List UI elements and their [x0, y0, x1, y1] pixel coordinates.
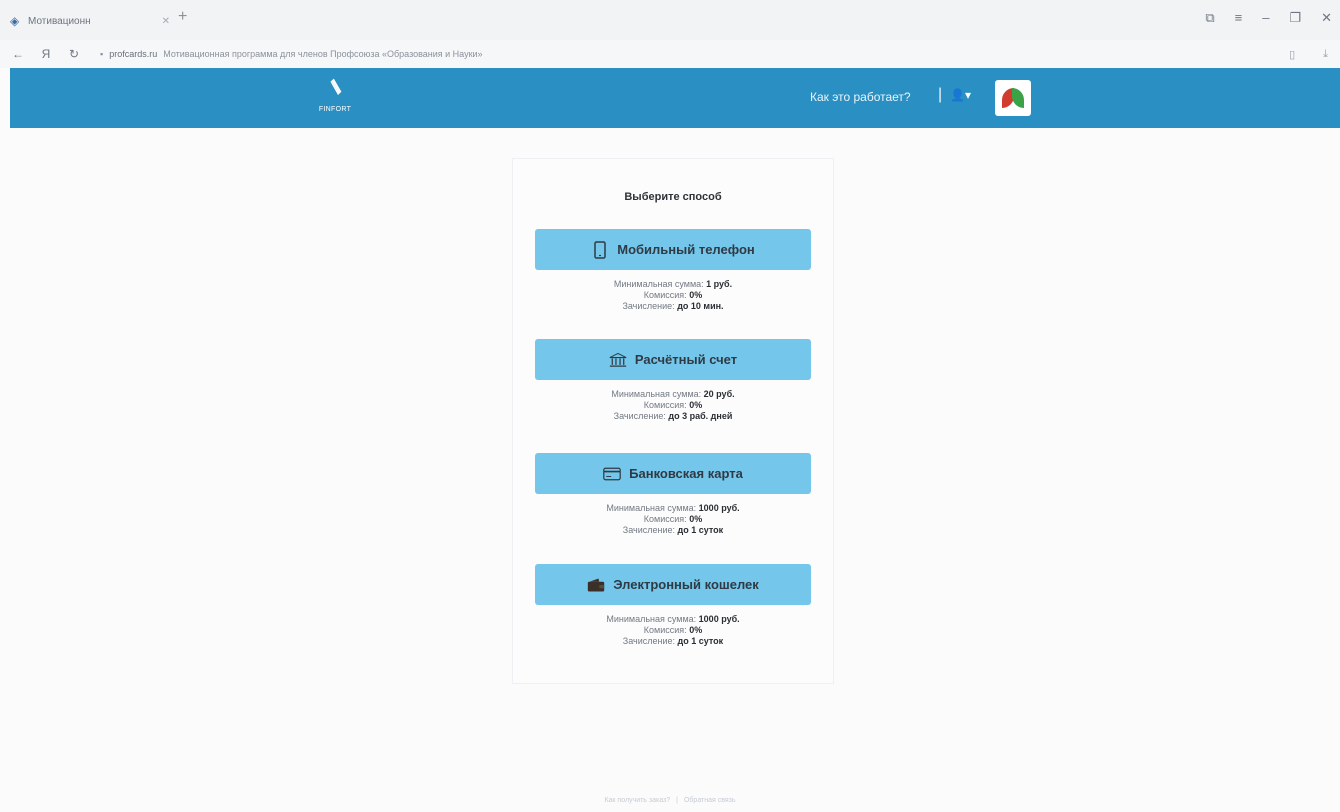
yandex-icon[interactable]: Я: [36, 47, 56, 61]
min-amount-value: 1 руб.: [706, 279, 733, 289]
green-leaf-icon: [1012, 88, 1024, 108]
credit-value: до 1 суток: [677, 525, 724, 535]
user-menu[interactable]: 👤▾: [950, 88, 971, 102]
method-info: Минимальная сумма: 1000 руб. Комиссия: 0…: [535, 614, 811, 647]
tab-title: Мотивационн: [28, 15, 91, 27]
reload-icon[interactable]: ↻: [64, 47, 84, 61]
header-separator: |: [938, 86, 943, 103]
site-header: /// FINFORT Как это работает? | 👤▾: [10, 68, 1340, 128]
page-footer: Как получить заказ? | Обратная связь: [604, 797, 736, 804]
how-it-works-link[interactable]: Как это работает?: [810, 90, 911, 104]
fee-label: Комиссия:: [643, 625, 687, 635]
credit-value: до 3 раб. дней: [668, 411, 733, 421]
method-bank-card: Банковская карта Минимальная сумма: 1000…: [535, 453, 811, 536]
fee-label: Комиссия:: [643, 514, 687, 524]
menu-icon[interactable]: ≡: [1235, 10, 1243, 26]
credit-value: до 1 суток: [677, 636, 724, 646]
fee-value: 0%: [689, 290, 703, 300]
download-icon[interactable]: ⤓: [1323, 48, 1328, 61]
method-label: Банковская карта: [629, 466, 743, 481]
finfort-mark-icon: ///: [325, 79, 345, 99]
window-controls: ⧉ ≡ – ❐ ✕: [1205, 10, 1332, 26]
minimize-icon[interactable]: –: [1262, 10, 1269, 26]
mobile-phone-icon: [591, 240, 609, 259]
min-amount-value: 20 руб.: [703, 389, 735, 399]
brand-name: FINFORT: [318, 106, 352, 113]
bank-card-button[interactable]: Банковская карта: [535, 453, 811, 494]
union-logo[interactable]: [995, 80, 1031, 116]
method-label: Мобильный телефон: [617, 242, 755, 257]
wallet-icon: [587, 576, 605, 594]
finfort-logo[interactable]: /// FINFORT: [310, 78, 360, 120]
method-mobile: Мобильный телефон Минимальная сумма: 1 р…: [535, 229, 811, 312]
method-e-wallet: Электронный кошелек Минимальная сумма: 1…: [535, 564, 811, 647]
url-domain: profcards.ru: [109, 49, 158, 59]
credit-label: Зачисление:: [622, 301, 675, 311]
fee-label: Комиссия:: [643, 400, 687, 410]
card-title: Выберите способ: [624, 191, 722, 203]
fee-value: 0%: [689, 625, 703, 635]
bank-account-button[interactable]: Расчётный счет: [535, 339, 811, 380]
user-icon: 👤: [950, 88, 965, 102]
lock-icon: ▪: [100, 49, 104, 59]
tab-close-icon[interactable]: ✕: [162, 16, 170, 27]
url-field[interactable]: ▪ profcards.ru Мотивационная программа д…: [100, 49, 483, 59]
min-amount-label: Минимальная сумма:: [606, 614, 697, 624]
fee-label: Комиссия:: [643, 290, 687, 300]
new-tab-button[interactable]: +: [178, 8, 187, 26]
min-amount-value: 1000 руб.: [698, 503, 740, 513]
method-label: Электронный кошелек: [613, 577, 759, 592]
min-amount-label: Минимальная сумма:: [611, 389, 702, 399]
min-amount-label: Минимальная сумма:: [606, 503, 697, 513]
fee-value: 0%: [689, 400, 703, 410]
method-info: Минимальная сумма: 20 руб. Комиссия: 0% …: [535, 389, 811, 422]
bookmark-icon[interactable]: ▯: [1289, 48, 1295, 61]
method-info: Минимальная сумма: 1 руб. Комиссия: 0% З…: [535, 279, 811, 312]
page-title-in-url: Мотивационная программа для членов Профс…: [163, 49, 483, 59]
address-bar: ← Я ↻ ▪ profcards.ru Мотивационная прогр…: [0, 40, 1340, 68]
browser-tabbar: ◈ Мотивационн ✕ + ⧉ ≡ – ❐ ✕: [0, 0, 1340, 40]
footer-link-feedback[interactable]: Обратная связь: [684, 797, 736, 804]
browser-tab[interactable]: ◈ Мотивационн ✕: [10, 8, 170, 34]
method-info: Минимальная сумма: 1000 руб. Комиссия: 0…: [535, 503, 811, 536]
chevron-down-icon: ▾: [964, 88, 971, 102]
close-window-icon[interactable]: ✕: [1321, 10, 1332, 26]
credit-label: Зачисление:: [622, 525, 676, 535]
method-bank-account: Расчётный счет Минимальная сумма: 20 руб…: [535, 339, 811, 422]
fee-value: 0%: [689, 514, 703, 524]
min-amount-label: Минимальная сумма:: [613, 279, 704, 289]
back-icon[interactable]: ←: [8, 47, 28, 61]
credit-label: Зачисление:: [622, 636, 676, 646]
restore-icon[interactable]: ❐: [1289, 10, 1301, 26]
withdrawal-method-card: Выберите способ Мобильный телефон Минима…: [512, 158, 834, 684]
mobile-phone-button[interactable]: Мобильный телефон: [535, 229, 811, 270]
bank-icon: [609, 351, 627, 369]
min-amount-value: 1000 руб.: [698, 614, 740, 624]
method-label: Расчётный счет: [634, 352, 738, 367]
e-wallet-button[interactable]: Электронный кошелек: [535, 564, 811, 605]
footer-link-order[interactable]: Как получить заказ?: [604, 797, 670, 804]
credit-card-icon: [603, 465, 621, 483]
credit-value: до 10 мин.: [677, 301, 724, 311]
credit-label: Зачисление:: [613, 411, 666, 421]
tabs-icon[interactable]: ⧉: [1205, 10, 1214, 26]
site-favicon-icon: ◈: [10, 14, 20, 28]
